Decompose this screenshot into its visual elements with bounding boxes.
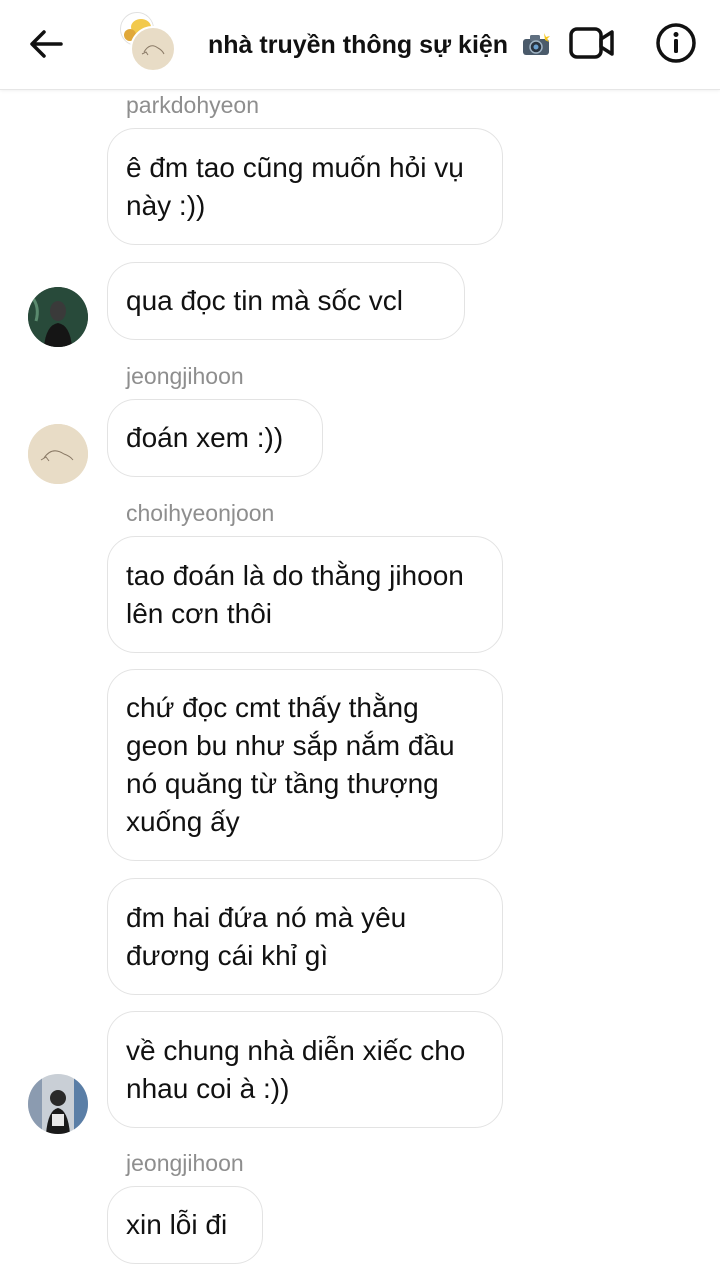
message-text: tao đoán là do thằng jihoon lên cơn thôi [126,559,464,629]
back-button[interactable] [22,22,70,66]
sender-name: jeongjihoon [126,363,244,389]
message-text: đoán xem :)) [126,422,284,453]
message-bubble[interactable]: đoán xem :)) [107,399,323,477]
message-text: xin lỗi đi [126,1209,228,1240]
message-bubble[interactable]: xin lỗi đi [107,1186,263,1264]
conversation-info-button[interactable] [652,20,700,66]
conversation-title[interactable]: nhà truyền thông sự kiện [208,28,551,62]
sender-name: parkdohyeon [126,92,259,118]
message-text: về chung nhà diễn xiếc cho nhau coi à :)… [126,1034,466,1104]
message-bubble[interactable]: ê đm tao cũng muốn hỏi vụ này :)) [107,128,503,245]
sender-avatar[interactable] [28,424,88,484]
sender-name: choihyeonjoon [126,500,275,526]
sender-name: jeongjihoon [126,1150,244,1176]
video-call-button[interactable] [566,20,618,66]
chat-header: nhà truyền thông sự kiện [0,0,720,90]
video-camera-icon [569,27,614,59]
camera-flash-emoji-icon [523,33,551,55]
sender-avatar[interactable] [28,287,88,347]
arrow-left-icon [30,30,63,58]
group-avatar[interactable] [116,12,178,74]
message-text: ê đm tao cũng muốn hỏi vụ này :)) [126,151,464,221]
conversation-title-text: nhà truyền thông sự kiện [208,31,509,59]
message-bubble[interactable]: đm hai đứa nó mà yêu đương cái khỉ gì [107,878,503,995]
message-text: chứ đọc cmt thấy thằng geon bu như sắp n… [126,692,455,837]
message-bubble[interactable]: chứ đọc cmt thấy thằng geon bu như sắp n… [107,669,503,861]
message-text: qua đọc tin mà sốc vcl [126,285,404,316]
message-bubble[interactable]: về chung nhà diễn xiếc cho nhau coi à :)… [107,1011,503,1128]
message-text: đm hai đứa nó mà yêu đương cái khỉ gì [126,901,407,971]
message-bubble[interactable]: tao đoán là do thằng jihoon lên cơn thôi [107,536,503,653]
info-icon [656,23,696,63]
sender-avatar[interactable] [28,1074,88,1134]
message-bubble[interactable]: qua đọc tin mà sốc vcl [107,262,465,340]
member-avatar-front [130,26,176,72]
